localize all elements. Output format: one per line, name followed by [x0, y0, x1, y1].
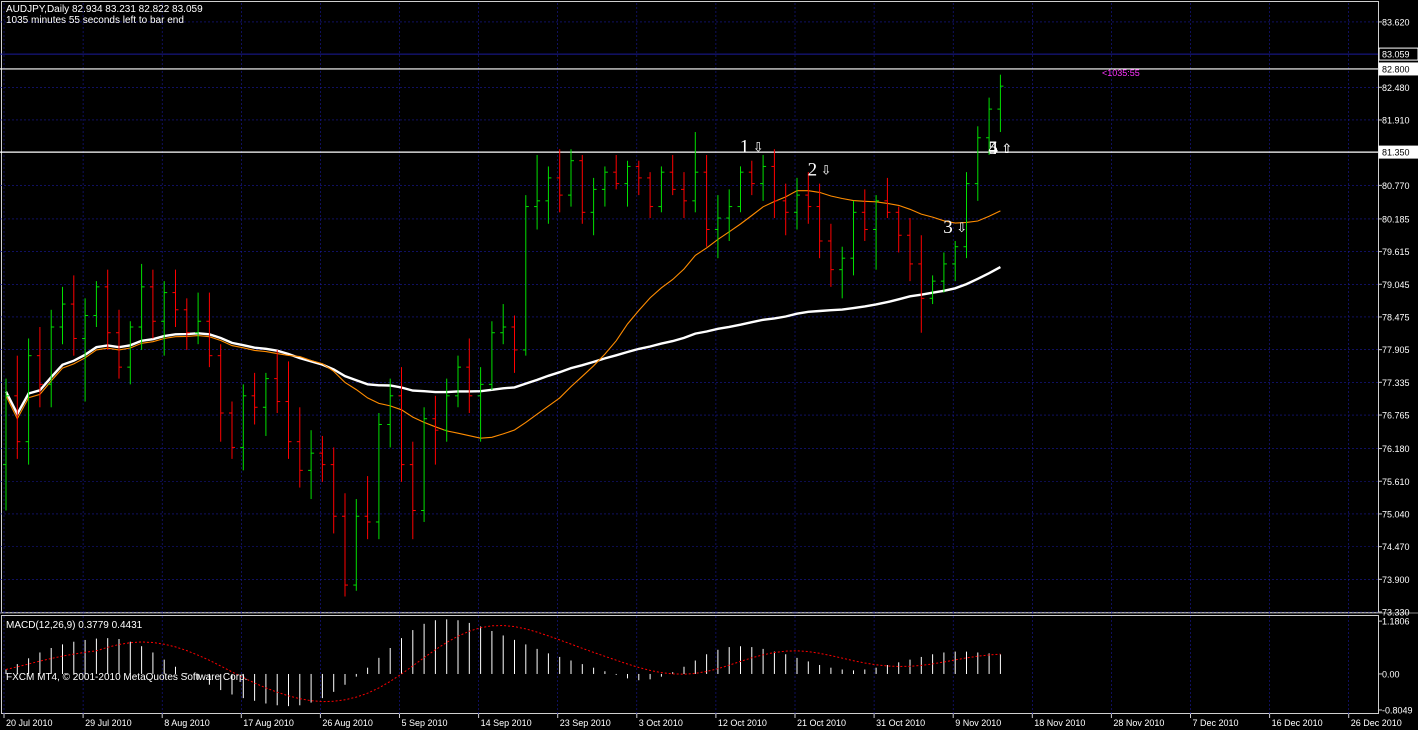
time-tick-label: 3 Oct 2010 [639, 718, 683, 728]
time-tick-label: 26 Aug 2010 [322, 718, 373, 728]
price-tick-label: 81.910 [1382, 115, 1410, 125]
price-tick-label: 82.480 [1382, 83, 1410, 93]
copyright-text: FXCM MT4, © 2001-2010 MetaQuotes Softwar… [6, 672, 247, 683]
time-tick-label: 26 Dec 2010 [1351, 718, 1402, 728]
countdown-text: 1035 minutes 55 seconds left to bar end [6, 15, 184, 26]
arrow-down-icon: ⇩ [956, 221, 967, 236]
time-tick-label: 21 Oct 2010 [797, 718, 846, 728]
bar-countdown-label: <1035:55 [1102, 68, 1140, 78]
time-tick-label: 16 Dec 2010 [1272, 718, 1323, 728]
price-tick-label: 75.610 [1382, 477, 1410, 487]
price-tick-label: 77.905 [1382, 345, 1410, 355]
wave-label: 2 [808, 160, 818, 181]
time-tick-label: 17 Aug 2010 [243, 718, 294, 728]
price-tick-label: 73.900 [1382, 575, 1410, 585]
macd-header: MACD(12,26,9) 0.3779 0.4431 [6, 620, 143, 631]
price-tick-label: 76.180 [1382, 444, 1410, 454]
price-tick-label: 78.475 [1382, 312, 1410, 322]
price-tick-label: 79.615 [1382, 247, 1410, 257]
time-tick-label: 9 Nov 2010 [955, 718, 1001, 728]
time-tick-label: 12 Oct 2010 [718, 718, 767, 728]
time-tick-label: 31 Oct 2010 [876, 718, 925, 728]
price-tick-label: 83.620 [1382, 17, 1410, 27]
wave-label: 1 [740, 137, 750, 158]
time-tick-label: 7 Dec 2010 [1193, 718, 1239, 728]
price-tick-label: 83.059 [1382, 50, 1410, 60]
wave-label: 3 [943, 217, 953, 238]
time-tick-label: 20 Jul 2010 [6, 718, 53, 728]
price-tick-label: 74.470 [1382, 542, 1410, 552]
price-tick-label: 82.800 [1382, 64, 1410, 74]
symbol-info: AUDJPY,Daily 82.934 83.231 82.822 83.059 [6, 4, 203, 15]
time-tick-label: 5 Sep 2010 [402, 718, 448, 728]
price-tick-label: 81.350 [1382, 148, 1410, 158]
arrow-down-icon: ⇩ [753, 141, 764, 156]
price-tick-label: 80.185 [1382, 214, 1410, 224]
time-tick-label: 14 Sep 2010 [481, 718, 532, 728]
macd-tick-label: 1.1806 [1382, 617, 1410, 627]
price-tick-label: 75.040 [1382, 509, 1410, 519]
price-tick-label: 80.770 [1382, 181, 1410, 191]
arrow-down-icon: ⇩ [821, 164, 832, 179]
price-tick-label: 79.045 [1382, 280, 1410, 290]
time-tick-label: 23 Sep 2010 [560, 718, 611, 728]
price-chart[interactable]: 1 ⇩2 ⇩3 ⇩4 ⇧5 ⇧ 83.62083.05982.80082.48081.91… [0, 0, 1418, 730]
price-tick-label: 76.765 [1382, 411, 1410, 421]
time-tick-label: 8 Aug 2010 [164, 718, 210, 728]
wave-label: 5 [988, 138, 998, 159]
time-tick-label: 18 Nov 2010 [1034, 718, 1085, 728]
time-tick-label: 28 Nov 2010 [1113, 718, 1164, 728]
macd-tick-label: 0.00 [1382, 669, 1400, 679]
arrow-up-icon: ⇧ [1001, 142, 1012, 157]
macd-tick-label: -0.8049 [1382, 705, 1413, 715]
price-tick-label: 77.335 [1382, 378, 1410, 388]
time-tick-label: 29 Jul 2010 [85, 718, 132, 728]
